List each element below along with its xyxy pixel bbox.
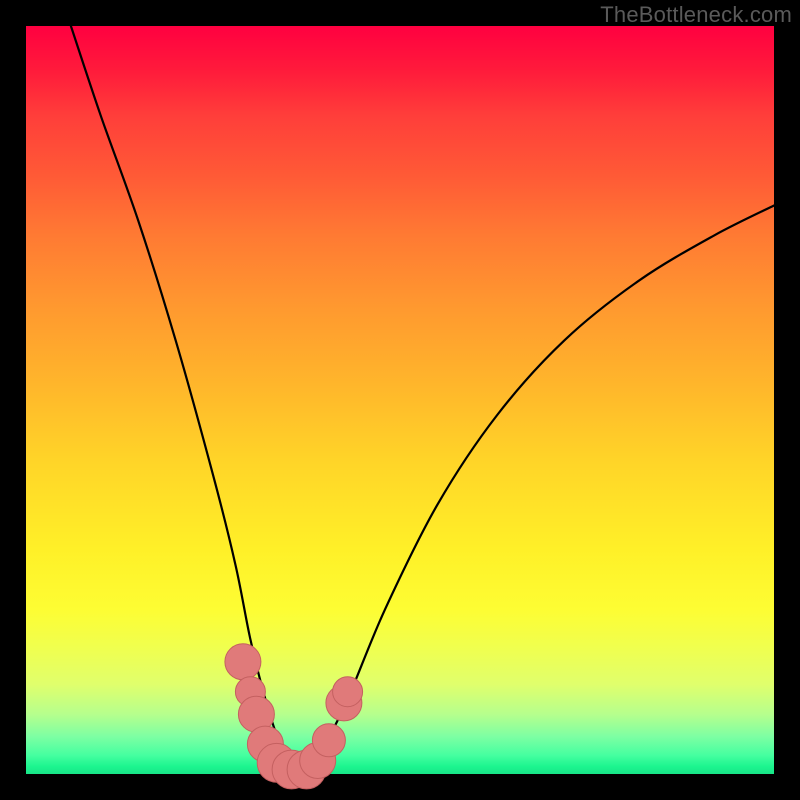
chart-overlay: [0, 0, 800, 800]
curve-marker: [225, 644, 261, 680]
bottleneck-curve: [71, 26, 774, 769]
curve-markers: [225, 644, 363, 789]
curve-path: [71, 26, 774, 769]
curve-marker: [333, 677, 363, 707]
watermark-text: TheBottleneck.com: [600, 2, 792, 28]
curve-marker: [312, 724, 345, 757]
